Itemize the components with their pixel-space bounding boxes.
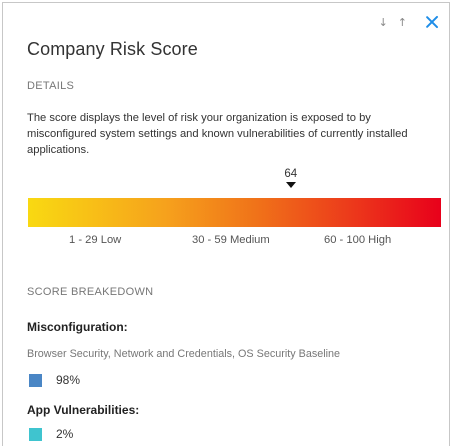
misconfiguration-label: Misconfiguration:: [27, 320, 128, 334]
panel-toolbar: ↓ ↑: [379, 12, 439, 32]
risk-score-panel: ↓ ↑ Company Risk Score DETAILS The score…: [2, 2, 450, 446]
misconfiguration-percent: 98%: [56, 373, 81, 387]
sort-button[interactable]: ↓ ↑: [379, 16, 407, 29]
score-marker: 64: [281, 168, 301, 188]
close-icon[interactable]: [425, 15, 439, 29]
score-pointer-icon: [285, 182, 296, 188]
panel-title: Company Risk Score: [27, 39, 198, 59]
breakdown-heading: SCORE BREAKEDOWN: [27, 286, 154, 298]
arrow-down-icon: ↓: [378, 15, 388, 29]
details-description: The score displays the level of risk you…: [27, 112, 408, 156]
app-vulnerabilities-swatch: [29, 427, 42, 441]
app-vulnerabilities-legend: 2%: [29, 427, 73, 441]
range-high-label: 60 - 100 High: [324, 234, 392, 246]
details-heading: DETAILS: [27, 80, 75, 92]
range-medium-label: 30 - 59 Medium: [192, 234, 270, 246]
arrow-up-icon: ↑: [397, 15, 407, 29]
misconfiguration-sublabel: Browser Security, Network and Credential…: [27, 348, 341, 360]
app-vulnerabilities-percent: 2%: [56, 427, 74, 441]
risk-gauge-bar: [28, 198, 441, 227]
app-vulnerabilities-label: App Vulnerabilities:: [27, 403, 140, 417]
misconfiguration-legend: 98%: [29, 373, 80, 387]
score-value: 64: [284, 168, 298, 180]
misconfiguration-swatch: [29, 373, 42, 387]
range-low-label: 1 - 29 Low: [69, 234, 122, 246]
